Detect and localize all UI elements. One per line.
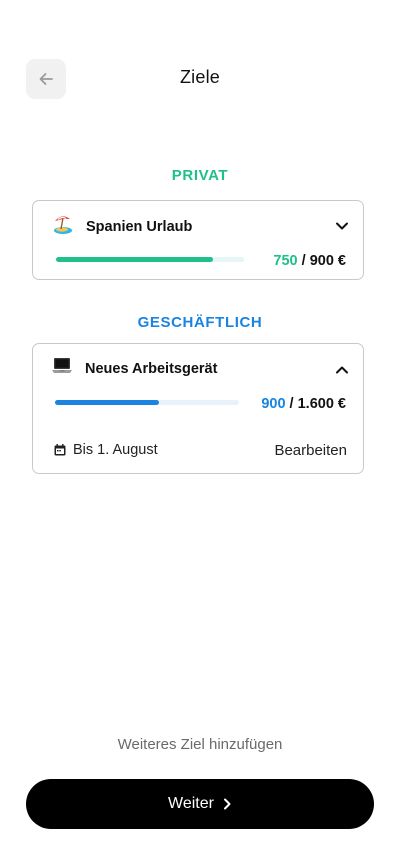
due-date-label: Bis 1. August [73, 442, 158, 458]
goal-target-amount: / 1.600 € [285, 396, 346, 412]
chevron-right-icon [223, 798, 231, 810]
due-date: Bis 1. August [54, 442, 158, 458]
next-button-label: Weiter [168, 795, 214, 812]
goal-title: Spanien Urlaub [86, 219, 193, 235]
progress-fill [55, 400, 159, 405]
edit-goal-button[interactable]: Bearbeiten [274, 442, 347, 459]
goal-amount: 750 / 900 € [273, 253, 346, 269]
goal-target-amount: / 900 € [297, 253, 346, 269]
goal-card-neues-arbeitsgeraet[interactable]: Neues Arbeitsgerät 900 / 1.600 € Bis 1. … [32, 343, 364, 474]
beach-umbrella-icon [54, 216, 72, 234]
goal-current-amount: 750 [273, 253, 298, 269]
header: Ziele [0, 59, 400, 99]
progress-track [55, 400, 239, 405]
chevron-down-icon[interactable] [334, 218, 350, 234]
goal-amount: 900 / 1.600 € [261, 396, 346, 412]
goal-card-spanien-urlaub[interactable]: Spanien Urlaub 750 / 900 € [32, 200, 364, 280]
goal-title: Neues Arbeitsgerät [85, 361, 218, 377]
section-title-geschaeftlich: GESCHÄFTLICH [137, 314, 263, 331]
progress-fill [56, 257, 213, 262]
laptop-icon [52, 358, 72, 373]
page-title: Ziele [179, 67, 220, 87]
calendar-icon [54, 444, 66, 456]
section-title-privat: PRIVAT [171, 167, 229, 184]
progress-track [56, 257, 244, 262]
next-button[interactable]: Weiter [26, 779, 374, 829]
goal-current-amount: 900 [261, 396, 286, 412]
add-goal-link[interactable]: Weiteres Ziel hinzufügen [0, 736, 400, 753]
chevron-up-icon[interactable] [334, 362, 350, 378]
